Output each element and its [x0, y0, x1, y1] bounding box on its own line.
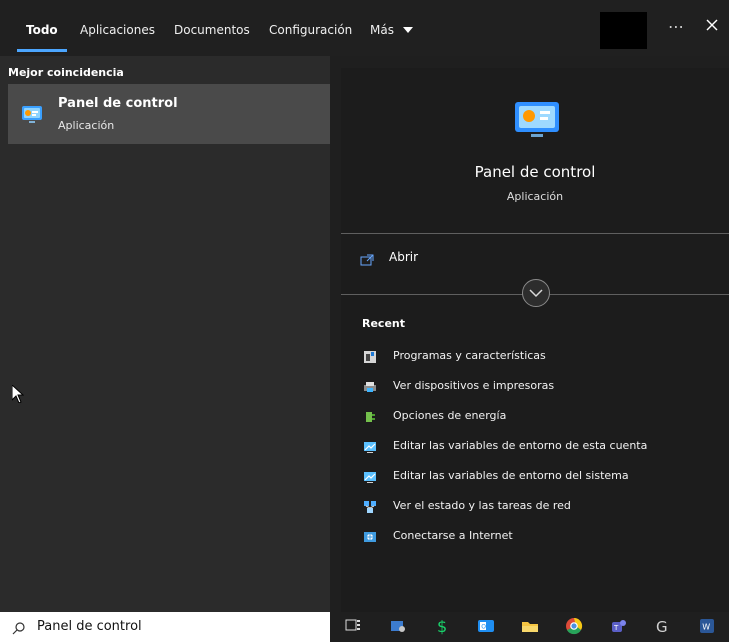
chrome-icon[interactable] [565, 617, 583, 635]
google-icon[interactable]: G [653, 617, 671, 636]
search-icon [12, 620, 26, 639]
user-app-icon[interactable] [389, 617, 407, 635]
devices-printers-icon [363, 379, 377, 393]
network-status-icon [363, 499, 377, 513]
recent-item-label: Editar las variables de entorno de esta … [393, 439, 648, 452]
open-action[interactable]: Abrir [360, 248, 680, 272]
recent-item-internet[interactable]: Conectarse a Internet [363, 525, 693, 555]
tab-documentos[interactable]: Documentos [174, 23, 250, 37]
recent-item-variables-sistema[interactable]: Editar las variables de entorno del sist… [363, 465, 693, 495]
details-panel: Panel de control Aplicación Abrir Recent [341, 68, 729, 612]
detail-divider-top [341, 233, 729, 234]
open-icon [360, 251, 374, 270]
detail-title: Panel de control [474, 163, 596, 181]
detail-subtitle: Aplicación [506, 190, 564, 203]
search-input[interactable]: Panel de control [0, 612, 330, 642]
money-app-icon[interactable]: $ [433, 617, 451, 636]
windows-search-window: Todo Aplicaciones Documentos Configuraci… [0, 0, 729, 642]
programs-icon [363, 349, 377, 363]
power-options-icon [363, 409, 377, 423]
recent-item-label: Conectarse a Internet [393, 529, 513, 542]
recent-list: Programas y características Ver disposit… [363, 345, 693, 555]
tab-todo[interactable]: Todo [26, 23, 58, 37]
account-avatar[interactable] [600, 12, 647, 49]
chevron-down-icon [529, 289, 543, 298]
tab-mas-label: Más [370, 23, 394, 37]
search-filter-bar: Todo Aplicaciones Documentos Configuraci… [0, 0, 729, 56]
recent-item-label: Ver el estado y las tareas de red [393, 499, 571, 512]
environment-variables-system-icon [363, 469, 377, 483]
recent-item-dispositivos[interactable]: Ver dispositivos e impresoras [363, 375, 693, 405]
recent-item-label: Ver dispositivos e impresoras [393, 379, 555, 392]
search-value: Panel de control [37, 619, 142, 634]
environment-variables-account-icon [363, 439, 377, 453]
mouse-pointer-icon [11, 383, 25, 407]
recent-item-red[interactable]: Ver el estado y las tareas de red [363, 495, 693, 525]
task-view-icon[interactable] [344, 617, 362, 635]
recent-item-label: Programas y características [393, 349, 546, 362]
word-icon[interactable]: W [698, 617, 716, 635]
outlook-icon[interactable]: O [477, 617, 495, 635]
recent-item-label: Editar las variables de entorno del sist… [393, 469, 629, 482]
recent-item-label: Opciones de energía [393, 409, 507, 422]
tab-configuracion[interactable]: Configuración [269, 23, 352, 37]
recent-item-variables-cuenta[interactable]: Editar las variables de entorno de esta … [363, 435, 693, 465]
expand-button[interactable] [522, 279, 550, 307]
open-label: Abrir [389, 250, 419, 264]
best-match-subtitle: Aplicación [58, 119, 115, 132]
control-panel-large-icon [513, 98, 561, 146]
control-panel-icon [20, 102, 44, 130]
best-match-result[interactable]: Panel de control Aplicación [8, 84, 330, 144]
recent-item-programas[interactable]: Programas y características [363, 345, 693, 375]
internet-connect-icon [363, 529, 377, 543]
more-options-icon[interactable]: ⋯ [666, 17, 686, 37]
svg-text:W: W [702, 623, 710, 632]
taskbar: Panel de control $ O T G W [0, 612, 729, 642]
chevron-down-icon [402, 26, 413, 33]
recent-item-energia[interactable]: Opciones de energía [363, 405, 693, 435]
close-icon[interactable] [704, 17, 724, 37]
tab-mas[interactable]: Más [370, 23, 413, 37]
file-explorer-icon[interactable] [521, 617, 539, 635]
svg-text:$: $ [437, 617, 447, 635]
best-match-heading: Mejor coincidencia [8, 66, 124, 79]
active-tab-indicator [17, 49, 67, 52]
teams-icon[interactable]: T [610, 617, 628, 635]
recent-heading: Recent [362, 317, 406, 330]
best-match-title: Panel de control [58, 96, 178, 111]
svg-text:T: T [613, 624, 619, 632]
tab-aplicaciones[interactable]: Aplicaciones [80, 23, 155, 37]
results-panel: Mejor coincidencia Panel de control Apli… [0, 56, 330, 612]
svg-text:O: O [481, 624, 486, 631]
svg-text:G: G [656, 618, 668, 635]
